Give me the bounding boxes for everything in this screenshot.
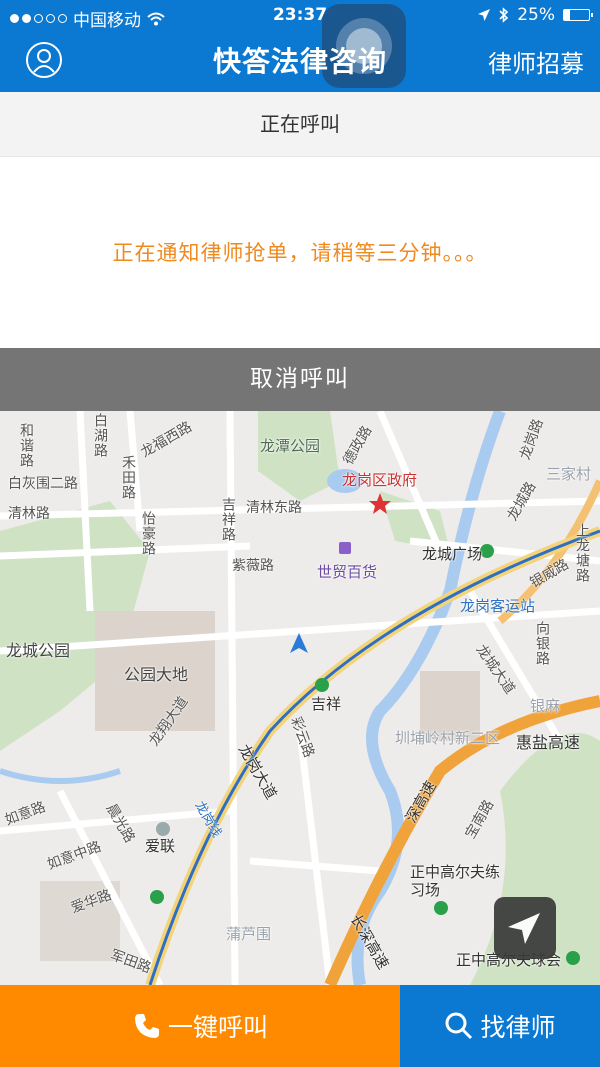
map-label: 惠盐高速 xyxy=(516,733,581,752)
map-label: 龙潭公园 xyxy=(260,437,321,455)
find-lawyer-button[interactable]: 找律师 xyxy=(400,985,600,1067)
park-area xyxy=(258,411,340,501)
map-label: 龙城公园 xyxy=(6,641,71,660)
metro-station-icon xyxy=(315,678,329,692)
phone-icon xyxy=(134,1014,159,1038)
calling-panel: 正在通知律师抢单，请稍等三分钟。。。 xyxy=(0,157,600,348)
status-right: 25% xyxy=(477,5,593,25)
search-icon xyxy=(445,1012,473,1040)
shopping-icon xyxy=(339,542,351,554)
map-label: 禾田路 xyxy=(120,455,136,500)
metro-station-icon xyxy=(480,544,494,558)
location-arrow-icon xyxy=(478,9,491,21)
map-label: 向银路 xyxy=(534,621,550,666)
battery-percent: 25% xyxy=(517,5,555,25)
school-icon xyxy=(156,822,170,836)
battery-icon xyxy=(563,9,593,21)
map-label: 清林东路 xyxy=(246,500,302,516)
map-label: 世贸百货 xyxy=(317,563,378,581)
map-label: 银麻 xyxy=(530,697,561,715)
map-label: 正中高尔夫练习场 xyxy=(410,863,501,899)
user-location-icon xyxy=(290,633,308,653)
golf-icon xyxy=(434,901,448,915)
map-label: 上龙塘路 xyxy=(574,523,590,583)
status-bar: 中国移动 23:37 25% xyxy=(0,0,600,32)
map-label: 三家村 xyxy=(546,465,592,483)
map-label: 白灰围二路 xyxy=(8,476,78,492)
one-key-call-button[interactable]: 一键呼叫 xyxy=(0,985,400,1067)
find-lawyer-label: 找律师 xyxy=(480,1013,556,1042)
bluetooth-icon xyxy=(499,7,509,23)
golf-icon xyxy=(566,951,580,965)
calling-header: 正在呼叫 xyxy=(0,92,600,157)
map-label: 怡豪路 xyxy=(140,511,156,556)
top-bar: 中国移动 23:37 25% 快答法律咨询 律师招募 xyxy=(0,0,600,92)
navigate-arrow-icon[interactable] xyxy=(494,897,556,959)
map-label: 白湖路 xyxy=(92,413,108,458)
map-label: 吉祥 xyxy=(311,695,342,713)
map-label: 清林路 xyxy=(8,506,50,522)
lawyer-recruit-button[interactable]: 律师招募 xyxy=(488,44,584,79)
calling-message: 正在通知律师抢单，请稍等三分钟。。。 xyxy=(112,241,488,265)
map-label: 龙城广场 xyxy=(422,545,483,563)
map-label: 紫薇路 xyxy=(232,558,274,574)
map-label: 吉祥路 xyxy=(220,497,236,542)
cancel-call-button[interactable]: 取消呼叫 xyxy=(0,348,600,411)
bottom-bar: 一键呼叫 找律师 xyxy=(0,985,600,1067)
map-label: 和谐路 xyxy=(18,423,34,468)
map-label: 龙岗区政府 xyxy=(342,471,418,489)
river xyxy=(0,768,121,784)
map-label: 爱联 xyxy=(145,837,176,855)
map-label: 蒲芦围 xyxy=(226,925,272,943)
map-label: 公园大地 xyxy=(124,665,189,684)
map-label: 龙岗客运站 xyxy=(460,597,536,615)
one-key-call-label: 一键呼叫 xyxy=(167,1013,268,1042)
metro-station-icon xyxy=(150,890,164,904)
map-label: 圳埔岭村新二区 xyxy=(395,729,501,747)
